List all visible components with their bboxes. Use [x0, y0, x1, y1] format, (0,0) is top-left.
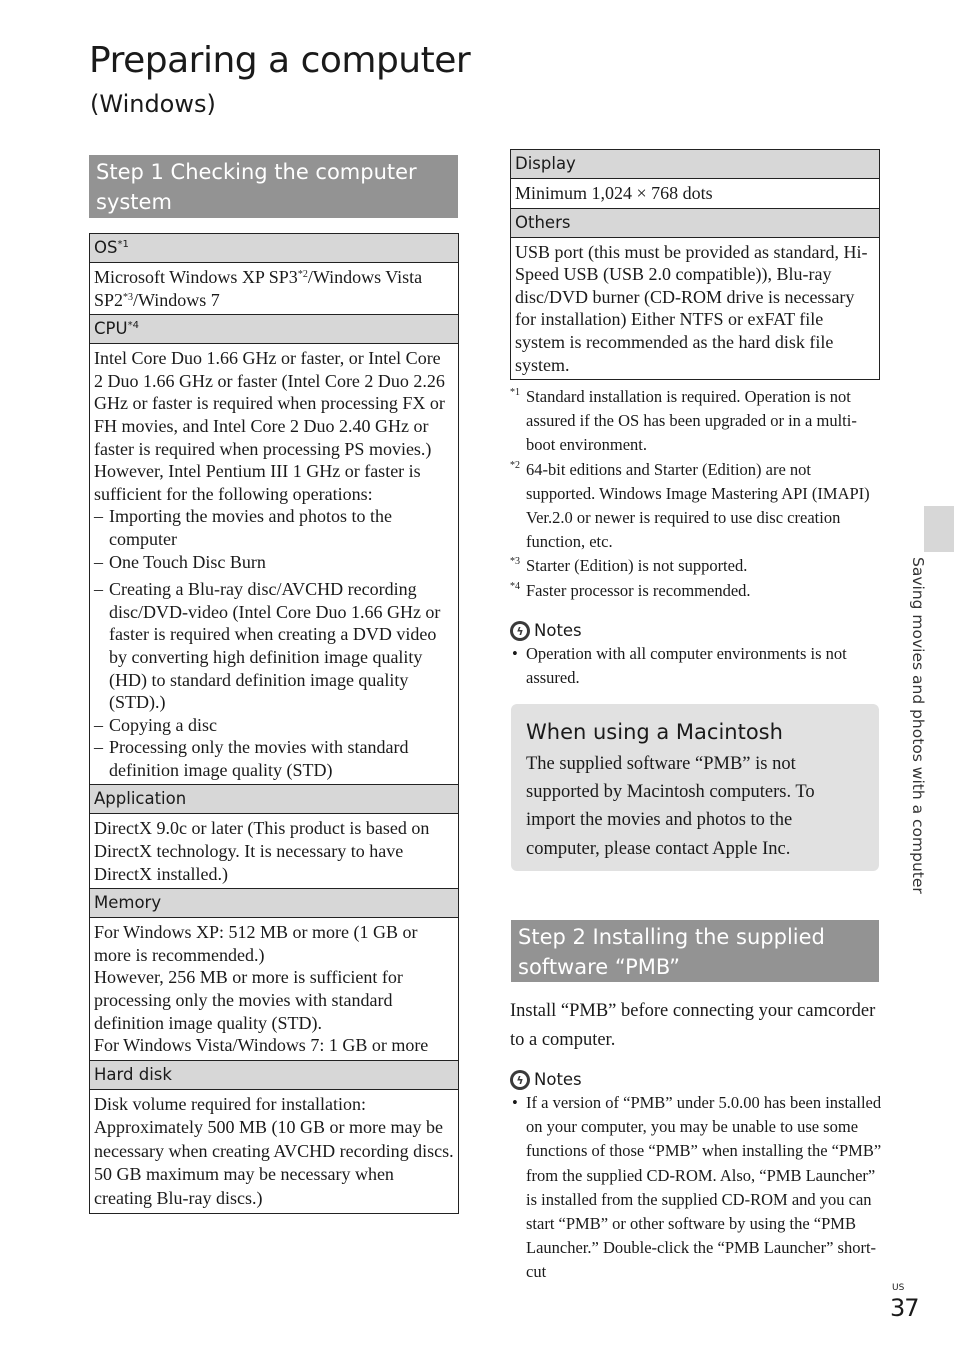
notes-list: Operation with all computer environments…	[510, 642, 882, 690]
page-region-label: US	[892, 1283, 905, 1293]
footnote-ref: *2	[297, 269, 308, 280]
table-row-memory-header: Memory	[89, 888, 459, 919]
notes-label: Notes	[534, 621, 582, 640]
page-number: 37	[890, 1294, 920, 1322]
others-header: Others	[510, 207, 880, 238]
list-item: Copying a disc	[94, 714, 454, 737]
install-instructions: Install “PMB” before connecting your cam…	[510, 1001, 876, 1050]
cpu-operations-list: Importing the movies and photos to the c…	[94, 505, 454, 781]
notes-section: ϟ Notes If a version of “PMB” under 5.0.…	[510, 1069, 882, 1285]
cpu-header: CPU*4	[89, 314, 459, 345]
footnote: *1 Standard installation is required. Ope…	[510, 385, 882, 458]
application-body: DirectX 9.0c or later (This product is b…	[89, 813, 459, 890]
footnote: *3 Starter (Edition) is not supported.	[510, 554, 882, 578]
system-requirements-table-left: OS*1 Microsoft Windows XP SP3*2/Windows …	[89, 233, 459, 1215]
notes-heading: ϟ Notes	[510, 1069, 882, 1091]
os-body: Microsoft Windows XP SP3*2/Windows Vista…	[89, 261, 459, 316]
section-tab-marker	[924, 506, 954, 552]
notes-lightning-icon: ϟ	[510, 1070, 530, 1090]
notes-label: Notes	[534, 1070, 582, 1089]
step2-header: Step 2 Installing the supplied software …	[511, 920, 879, 982]
footnote-mark: *4	[510, 580, 520, 592]
list-item: One Touch Disc Burn	[94, 551, 454, 574]
footnote: *4 Faster processor is recommended.	[510, 579, 882, 603]
os-header: OS*1	[89, 233, 459, 263]
page-subtitle: (Windows)	[90, 90, 216, 118]
cpu-paragraph: Intel Core Duo 1.66 GHz or faster, or In…	[94, 348, 445, 459]
table-row-hard-disk-body: Disk volume required for installation: A…	[89, 1088, 459, 1215]
notes-list: If a version of “PMB” under 5.0.00 has b…	[510, 1091, 882, 1285]
memory-line: However, 256 MB or more is sufficient fo…	[94, 967, 403, 1033]
footnotes: *1 Standard installation is required. Ope…	[510, 385, 882, 603]
table-row-display-body: Minimum 1,024 × 768 dots	[510, 178, 880, 209]
cpu-header-label: CPU	[94, 319, 128, 339]
footnote-ref: *1	[117, 239, 129, 250]
macintosh-body: The supplied software “PMB” is not suppo…	[526, 754, 815, 859]
table-row-cpu-header: CPU*4	[89, 314, 459, 345]
table-row-application-body: DirectX 9.0c or later (This product is b…	[89, 813, 459, 890]
list-item: Creating a Blu-ray disc/AVCHD recording …	[94, 578, 454, 714]
notes-lightning-icon: ϟ	[510, 621, 530, 641]
table-row-hard-disk-header: Hard disk	[89, 1059, 459, 1090]
memory-line: For Windows Vista/Windows 7: 1 GB or mor…	[94, 1035, 429, 1056]
page-title: Preparing a computer	[89, 40, 471, 81]
macintosh-title: When using a Macintosh	[526, 720, 783, 744]
table-row-memory-body: For Windows XP: 512 MB or more (1 GB or …	[89, 917, 459, 1061]
system-requirements-table-right: Display Minimum 1,024 × 768 dots Others …	[510, 149, 880, 381]
memory-body: For Windows XP: 512 MB or more (1 GB or …	[89, 917, 459, 1061]
memory-line: For Windows XP: 512 MB or more (1 GB or …	[94, 922, 418, 965]
hard-disk-header: Hard disk	[89, 1059, 459, 1090]
notes-heading: ϟ Notes	[510, 620, 882, 642]
table-row-os-header: OS*1	[89, 233, 459, 263]
footnote-mark: *1	[510, 387, 520, 398]
table-row-application-header: Application	[89, 784, 459, 815]
list-item: If a version of “PMB” under 5.0.00 has b…	[510, 1091, 882, 1285]
list-item: Operation with all computer environments…	[510, 642, 882, 690]
notes-section: ϟ Notes Operation with all computer envi…	[510, 620, 882, 690]
os-text: /Windows 7	[133, 289, 220, 310]
cpu-paragraph: However, Intel Pentium III 1 GHz or fast…	[94, 461, 421, 504]
footnote-ref: *4	[127, 320, 139, 332]
step1-header: Step 1 Checking the computer system	[89, 155, 458, 218]
footnote-text: Starter (Edition) is not supported.	[526, 556, 748, 576]
table-row-display-header: Display	[510, 149, 880, 179]
table-row-others-body: USB port (this must be provided as stand…	[510, 236, 880, 381]
footnote-mark: *3	[510, 556, 520, 568]
table-row-others-header: Others	[510, 207, 880, 238]
display-body: Minimum 1,024 × 768 dots	[510, 178, 880, 209]
footnote-mark: *2	[510, 459, 520, 471]
macintosh-info-box: When using a Macintosh The supplied soft…	[511, 704, 879, 871]
display-header: Display	[510, 149, 880, 179]
others-body: USB port (this must be provided as stand…	[510, 236, 880, 381]
application-header: Application	[89, 784, 459, 815]
hard-disk-body: Disk volume required for installation: A…	[89, 1088, 459, 1215]
os-header-label: OS	[94, 238, 118, 257]
cpu-body: Intel Core Duo 1.66 GHz or faster, or In…	[89, 343, 459, 786]
section-side-label: Saving movies and photos with a computer	[909, 557, 927, 894]
footnote-text: 64-bit editions and Starter (Edition) ar…	[526, 459, 870, 552]
os-text: Microsoft Windows XP SP3	[94, 267, 298, 287]
table-row-cpu-body: Intel Core Duo 1.66 GHz or faster, or In…	[89, 343, 459, 786]
footnote-ref: *3	[123, 291, 134, 303]
memory-header: Memory	[89, 888, 459, 919]
table-row-os-body: Microsoft Windows XP SP3*2/Windows Vista…	[89, 261, 459, 316]
footnote-text: Standard installation is required. Opera…	[526, 387, 857, 455]
footnote-text: Faster processor is recommended.	[526, 580, 751, 600]
list-item: Importing the movies and photos to the c…	[94, 505, 454, 550]
list-item: Processing only the movies with standard…	[94, 736, 454, 781]
footnote: *2 64-bit editions and Starter (Edition) …	[510, 458, 882, 555]
